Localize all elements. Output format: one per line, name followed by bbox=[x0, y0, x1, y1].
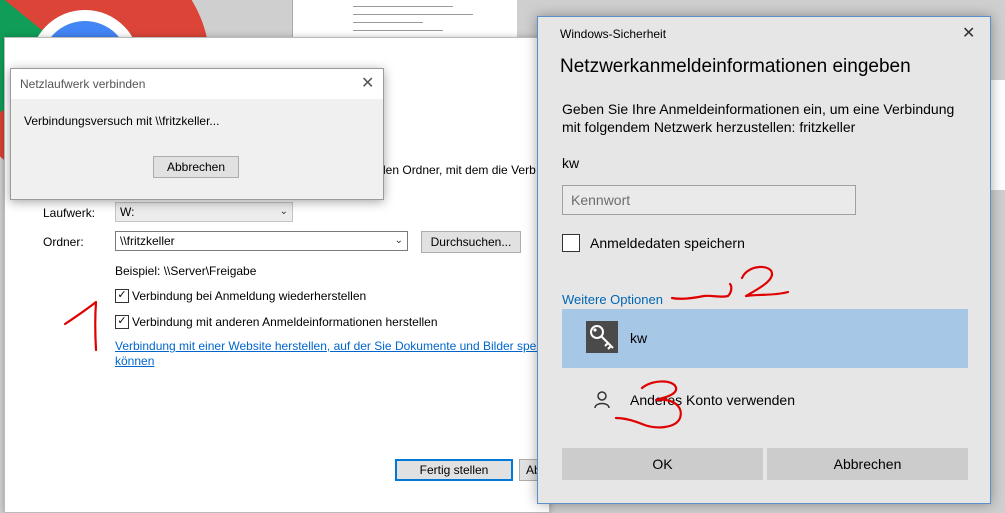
close-icon[interactable]: ✕ bbox=[361, 73, 374, 93]
finish-button[interactable]: Fertig stellen bbox=[395, 459, 513, 481]
chevron-down-icon: ⌄ bbox=[279, 206, 288, 217]
folder-value: \\fritzkeller bbox=[120, 234, 175, 248]
remember-credentials-label[interactable]: Anmeldedaten speichern bbox=[590, 235, 745, 251]
folder-combobox[interactable]: \\fritzkeller ⌄ bbox=[115, 231, 408, 251]
folder-example: Beispiel: \\Server\Freigabe bbox=[115, 264, 257, 278]
chevron-down-icon[interactable]: ⌄ bbox=[395, 232, 403, 250]
connecting-dialog: Netzlaufwerk verbinden ✕ Verbindungsvers… bbox=[10, 68, 384, 200]
key-icon bbox=[586, 321, 618, 353]
connecting-message: Verbindungsversuch mit \\fritzkeller... bbox=[24, 114, 220, 128]
account-name: kw bbox=[630, 330, 648, 346]
drive-select[interactable]: W: ⌄ bbox=[115, 202, 293, 222]
security-heading: Netzwerkanmeldeinformationen eingeben bbox=[560, 56, 911, 77]
connecting-dialog-title: Netzlaufwerk verbinden bbox=[20, 77, 146, 91]
drive-label: Laufwerk: bbox=[43, 206, 96, 220]
other-credentials-checkbox[interactable]: ✓ bbox=[115, 315, 129, 329]
security-cancel-button[interactable]: Abbrechen bbox=[767, 448, 968, 480]
more-options-link[interactable]: Weitere Optionen bbox=[562, 292, 663, 307]
close-icon[interactable]: ✕ bbox=[962, 23, 975, 43]
password-input[interactable]: Kennwort bbox=[562, 185, 856, 215]
account-option-kw[interactable]: kw bbox=[562, 309, 968, 368]
drive-value: W: bbox=[120, 205, 135, 219]
security-description-2: mit folgendem Netzwerk herzustellen: fri… bbox=[562, 119, 856, 135]
browse-button[interactable]: Durchsuchen... bbox=[421, 231, 521, 253]
person-icon bbox=[594, 391, 610, 412]
wizard-intro-fragment: den Ordner, mit dem die Verb bbox=[379, 163, 536, 177]
connecting-dialog-titlebar: Netzlaufwerk verbinden ✕ bbox=[11, 69, 383, 99]
remember-credentials-checkbox[interactable] bbox=[562, 234, 580, 252]
folder-label: Ordner: bbox=[43, 235, 84, 249]
ok-button[interactable]: OK bbox=[562, 448, 763, 480]
connecting-cancel-button[interactable]: Abbrechen bbox=[153, 156, 239, 178]
other-account-label: Anderes Konto verwenden bbox=[630, 392, 795, 408]
website-link[interactable]: Verbindung mit einer Website herstellen,… bbox=[115, 339, 545, 353]
other-credentials-label[interactable]: Verbindung mit anderen Anmeldeinformatio… bbox=[132, 315, 438, 329]
security-description-1: Geben Sie Ihre Anmeldeinformationen ein,… bbox=[562, 101, 955, 117]
account-option-other[interactable]: Anderes Konto verwenden bbox=[562, 377, 968, 425]
reconnect-checkbox[interactable]: ✓ bbox=[115, 289, 129, 303]
website-link-continued[interactable]: können bbox=[115, 354, 154, 368]
windows-security-dialog: Windows-Sicherheit ✕ Netzwerkanmeldeinfo… bbox=[537, 16, 991, 504]
username-display: kw bbox=[562, 155, 580, 171]
background-document bbox=[292, 0, 517, 40]
reconnect-label[interactable]: Verbindung bei Anmeldung wiederherstelle… bbox=[132, 289, 366, 303]
security-window-title: Windows-Sicherheit bbox=[560, 27, 667, 41]
